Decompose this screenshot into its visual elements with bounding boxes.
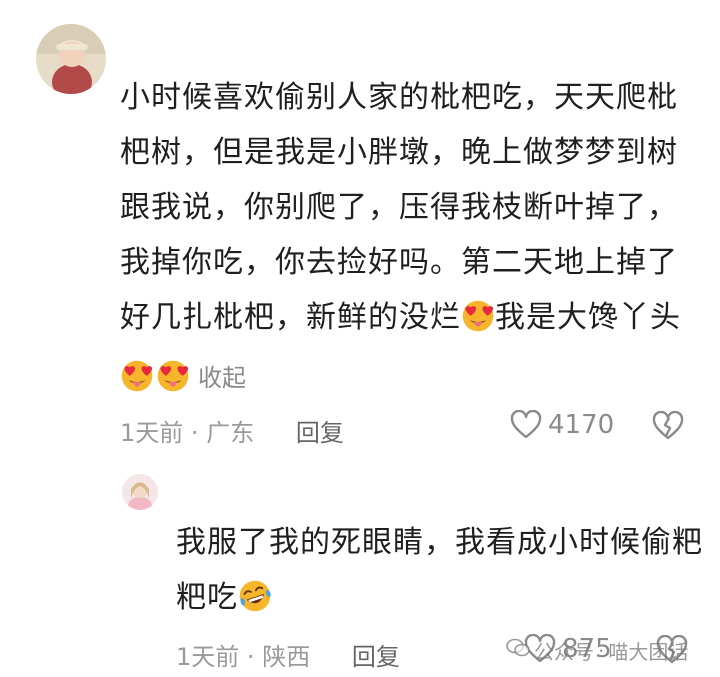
heart-eyes-tongue-emoji (156, 359, 190, 393)
dislike-button[interactable] (652, 411, 684, 441)
heart-icon (510, 410, 542, 440)
meta-separator: · (190, 419, 199, 447)
like-button[interactable]: 4170 (510, 410, 614, 440)
reply-time: 1天前 (176, 643, 240, 671)
reply-line: 粑吃 (176, 570, 703, 625)
comment-time: 1天前 (120, 419, 184, 447)
comment-line-part: 好几扎枇杷，新鲜的没烂 (120, 300, 461, 335)
watermark-text: 公众号 (534, 640, 594, 664)
comment-line-part: 我是大馋丫头 (495, 300, 681, 335)
reply-button[interactable]: 回复 (352, 643, 400, 671)
watermark-account: 喵大团话 (608, 640, 689, 664)
comment-meta: 1天前 · 广东 回复 (120, 413, 344, 448)
reply-text: 我服了我的死眼睛，我看成小时候偷粑 粑吃 (176, 515, 703, 625)
watermark: 公众号 · 喵大团话 (506, 636, 688, 665)
comment-line: 杷树，但是我是小胖墩，晚上做梦梦到树 (120, 135, 678, 170)
heart-eyes-tongue-emoji (461, 299, 495, 333)
replier-avatar[interactable] (122, 474, 158, 510)
laughing-tears-emoji (238, 579, 272, 613)
comment-text: 小时候喜欢偷别人家的枇杷吃，天天爬枇 杷树，但是我是小胖墩，晚上做梦梦到树 跟我… (120, 70, 681, 345)
reply-line: 我服了我的死眼睛，我看成小时候偷粑 (176, 525, 703, 560)
like-count: 4170 (548, 410, 615, 440)
broken-heart-icon (652, 411, 684, 441)
reply-meta: 1天前 · 陕西 回复 (176, 637, 400, 672)
comment-line: 好几扎枇杷，新鲜的没烂 我是大馋丫头 (120, 290, 681, 345)
comment-line: 我掉你吃，你去捡好吗。第二天地上掉了 (120, 245, 678, 280)
reply-line-part: 粑吃 (176, 580, 238, 615)
heart-eyes-tongue-emoji (120, 359, 154, 393)
emoji-collapse-row: 收起 (120, 358, 246, 393)
reply-location: 陕西 (262, 643, 311, 671)
wechat-icon (506, 638, 530, 663)
commenter-avatar[interactable] (36, 24, 106, 94)
collapse-button[interactable]: 收起 (198, 358, 246, 393)
meta-separator: · (246, 643, 255, 671)
watermark-separator: · (598, 638, 605, 663)
comment-line: 跟我说，你别爬了，压得我枝断叶掉了， (120, 190, 678, 225)
comment-location: 广东 (206, 419, 255, 447)
reply-button[interactable]: 回复 (296, 419, 344, 447)
comment-line: 小时候喜欢偷别人家的枇杷吃，天天爬枇 (120, 80, 678, 115)
